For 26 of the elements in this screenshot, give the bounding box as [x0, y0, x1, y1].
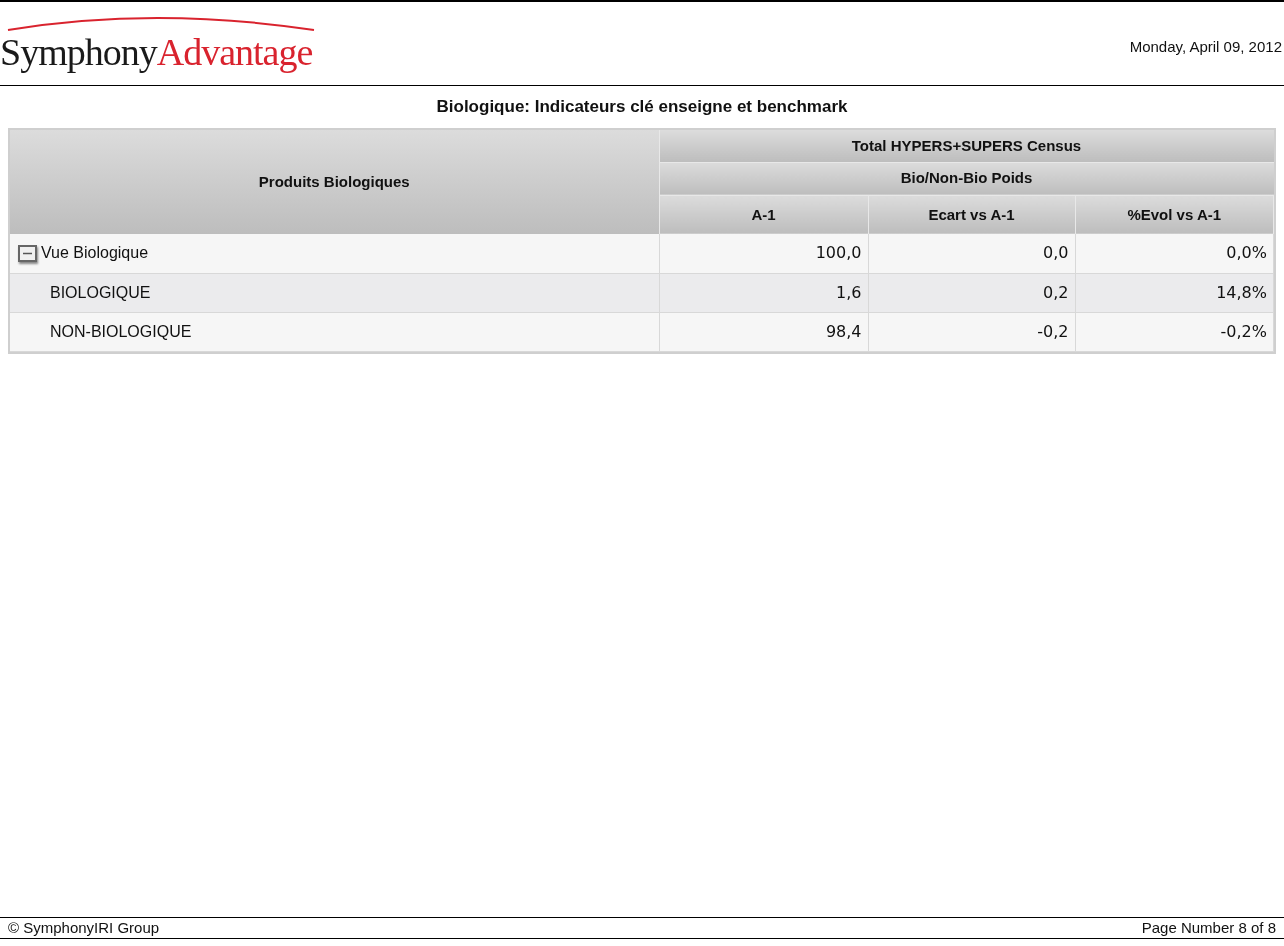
table-cell: 14,8% [1216, 282, 1267, 302]
logo-arc-icon [7, 17, 315, 31]
row-label: Vue Biologique [41, 243, 149, 264]
report-date: Monday, April 09, 2012 [1129, 37, 1282, 57]
logo-text: Advantage [156, 32, 313, 72]
table-cell: 0,0 [1043, 243, 1069, 263]
table-cell: 0,0% [1226, 243, 1267, 263]
table-cell: -0,2% [1220, 321, 1267, 341]
column-header: Total HYPERS+SUPERS Census [851, 136, 1082, 154]
logo-text: Symphony [0, 32, 157, 72]
page-number: Page Number 8 of 8 [1141, 917, 1276, 938]
column-header: A-1 [751, 205, 776, 223]
report-title: Biologique: Indicateurs clé enseigne et benchmark [436, 96, 848, 119]
column-header: Produits Biologiques [258, 172, 410, 190]
row-label: NON-BIOLOGIQUE [50, 321, 192, 342]
column-header: Bio/Non-Bio Poids [900, 169, 1033, 187]
collapse-toggle[interactable] [18, 244, 37, 262]
column-header: Ecart vs A-1 [928, 205, 1015, 223]
table-cell: 100,0 [815, 243, 862, 263]
row-label: BIOLOGIQUE [50, 282, 151, 303]
table-cell: -0,2 [1037, 321, 1069, 341]
column-header: %Evol vs A-1 [1127, 205, 1222, 223]
table-cell: 98,4 [825, 321, 862, 341]
copyright-text: © SymphonyIRI Group [8, 917, 160, 938]
table-cell: 1,6 [836, 282, 862, 302]
table-cell: 0,2 [1043, 282, 1069, 302]
